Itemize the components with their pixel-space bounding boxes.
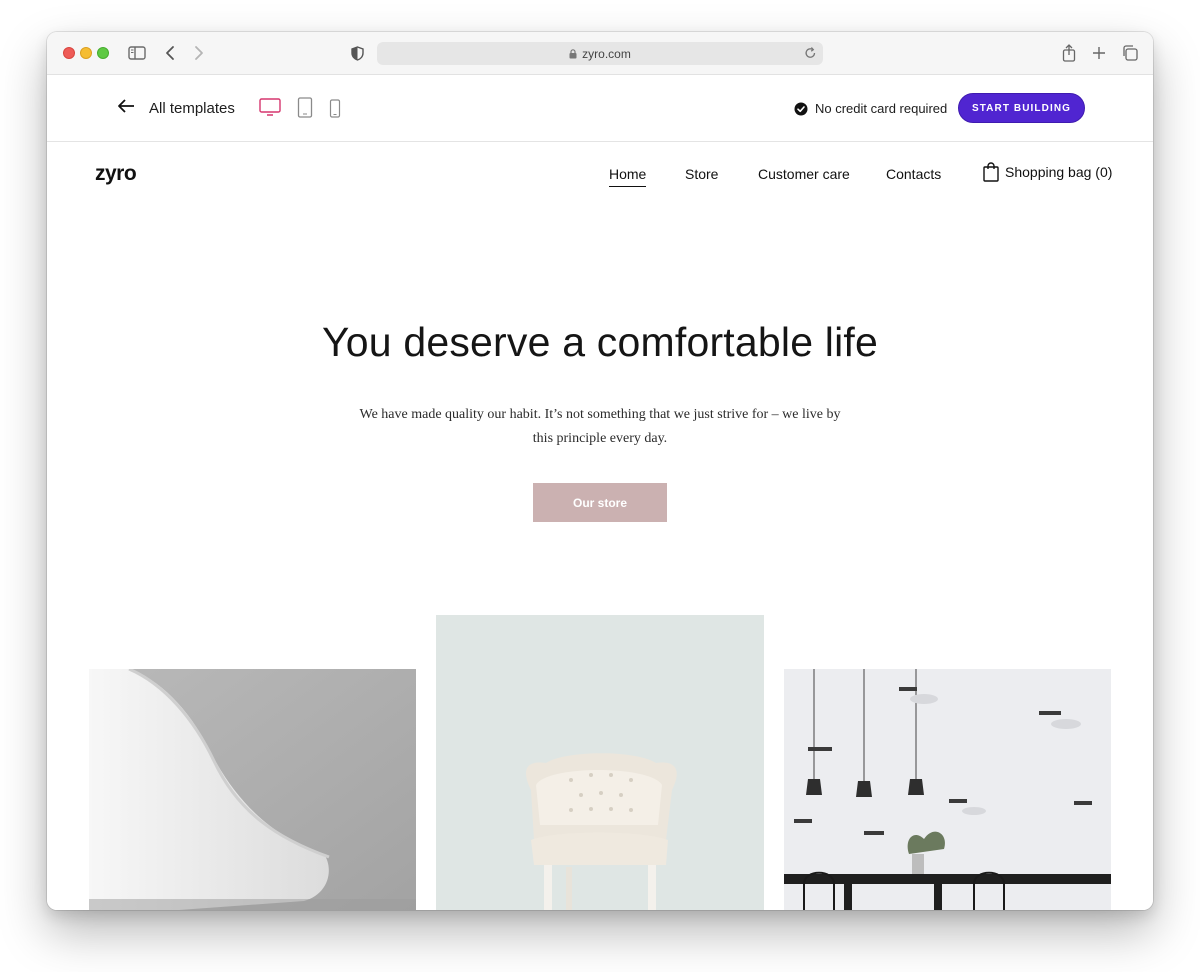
forward-arrow-icon[interactable]: [191, 43, 207, 63]
all-templates-label: All templates: [149, 100, 235, 117]
tufted-armchair-image[interactable]: [436, 615, 764, 910]
tablet-view-icon[interactable]: [297, 97, 313, 124]
shopping-bag-label: Shopping bag (0): [1005, 164, 1113, 180]
nav-contacts[interactable]: Contacts: [886, 166, 941, 182]
share-icon[interactable]: [1060, 43, 1078, 63]
browser-window: zyro.com All templates No credit card re…: [47, 32, 1153, 910]
check-circle-icon: [794, 102, 808, 116]
white-chair-closeup-image[interactable]: [89, 669, 416, 910]
lock-icon: [569, 48, 577, 59]
mobile-view-icon[interactable]: [329, 99, 341, 124]
shopping-bag-link[interactable]: Shopping bag (0): [983, 162, 1112, 182]
close-window-button[interactable]: [63, 47, 75, 59]
browser-toolbar: zyro.com: [47, 32, 1153, 75]
tab-overview-icon[interactable]: [1121, 43, 1139, 63]
dining-room-pendant-lamps-image[interactable]: [784, 669, 1111, 910]
sidebar-icon[interactable]: [127, 43, 147, 63]
desktop-view-icon[interactable]: [259, 97, 281, 122]
url-text: zyro.com: [582, 46, 631, 61]
start-building-button[interactable]: START BUILDING: [958, 93, 1085, 123]
nav-store[interactable]: Store: [685, 166, 718, 182]
nav-home[interactable]: Home: [609, 166, 647, 187]
address-bar[interactable]: zyro.com: [377, 42, 823, 65]
site-logo[interactable]: zyro: [95, 162, 137, 186]
arrow-left-icon: [117, 98, 135, 119]
shopping-bag-icon: [983, 162, 999, 182]
reload-icon[interactable]: [804, 46, 817, 63]
new-tab-icon[interactable]: [1091, 43, 1107, 63]
site-preview: zyro Home Store Customer care Contacts S…: [47, 142, 1153, 910]
minimize-window-button[interactable]: [80, 47, 92, 59]
no-credit-card-notice: No credit card required: [794, 101, 947, 116]
nav-customer-care[interactable]: Customer care: [758, 166, 850, 182]
all-templates-link[interactable]: All templates: [117, 98, 235, 119]
back-arrow-icon[interactable]: [162, 43, 178, 63]
hero-subtext: We have made quality our habit. It’s not…: [359, 407, 841, 446]
hero-headline: You deserve a comfortable life: [321, 319, 879, 365]
template-toolbar: All templates No credit card required ST…: [47, 75, 1153, 142]
zoom-window-button[interactable]: [97, 47, 109, 59]
privacy-shield-icon[interactable]: [349, 43, 365, 63]
no-credit-card-label: No credit card required: [815, 101, 948, 116]
our-store-button[interactable]: Our store: [533, 483, 667, 522]
